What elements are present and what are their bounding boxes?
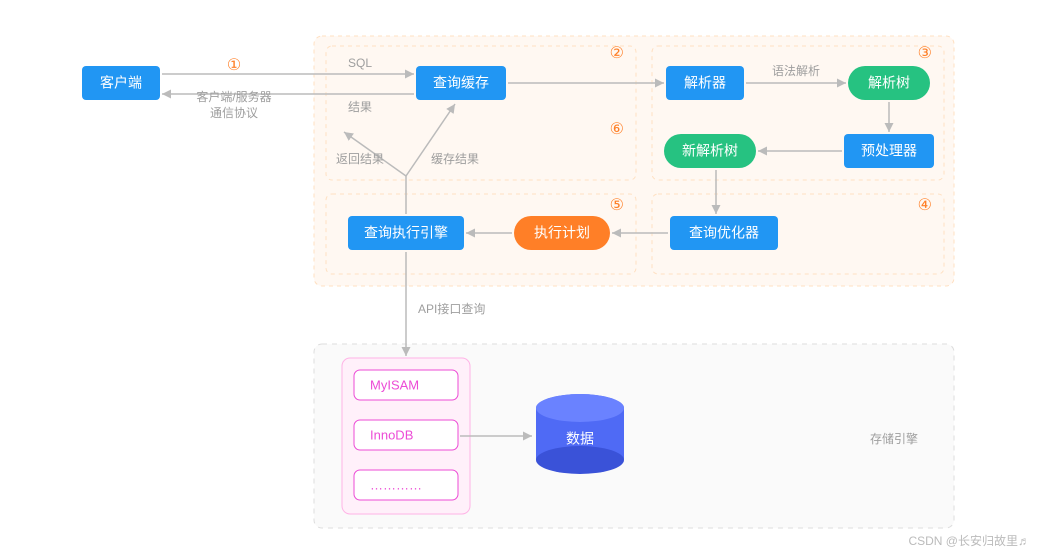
engine-more-label: …………	[370, 477, 422, 492]
preprocessor-label: 预处理器	[861, 143, 917, 159]
step3-marker: ③	[918, 45, 932, 62]
step1-marker: ①	[227, 57, 241, 74]
edge-cs-label2: 通信协议	[210, 105, 258, 120]
data-label: 数据	[566, 431, 594, 447]
engine-myisam-label: MyISAM	[370, 377, 419, 392]
execution-plan-label: 执行计划	[534, 225, 590, 241]
edge-sql-label: SQL	[348, 56, 372, 70]
step4-marker: ④	[918, 197, 932, 214]
edge-syntax-label: 语法解析	[772, 64, 820, 78]
edge-result-label: 结果	[348, 100, 372, 114]
query-cache-label: 查询缓存	[433, 75, 489, 91]
edge-cacheres-label: 缓存结果	[431, 152, 479, 166]
edge-return-label: 返回结果	[336, 152, 384, 166]
edge-api-label: API接口查询	[418, 301, 485, 316]
query-exec-engine-label: 查询执行引擎	[364, 225, 448, 241]
step6-marker: ⑥	[610, 121, 624, 138]
parse-tree-label: 解析树	[868, 75, 910, 91]
parser-label: 解析器	[684, 75, 726, 91]
data-cylinder: 数据	[536, 394, 624, 474]
new-parse-tree-label: 新解析树	[682, 143, 738, 159]
engine-innodb-label: InnoDB	[370, 427, 413, 442]
client-node-label: 客户端	[100, 75, 142, 91]
storage-engine-label: 存储引擎	[870, 431, 918, 446]
step2-marker: ②	[610, 45, 624, 62]
architecture-diagram: ydlclass.com ② ⑥ ③ ④ ⑤ 存储引擎 客户端 ① 查询缓存 解…	[0, 0, 1042, 555]
footer-credit: CSDN @长安归故里♬	[908, 532, 1030, 549]
query-optimizer-label: 查询优化器	[689, 225, 759, 241]
edge-cs-label1: 客户端/服务器	[196, 89, 271, 104]
step5-marker: ⑤	[610, 197, 624, 214]
